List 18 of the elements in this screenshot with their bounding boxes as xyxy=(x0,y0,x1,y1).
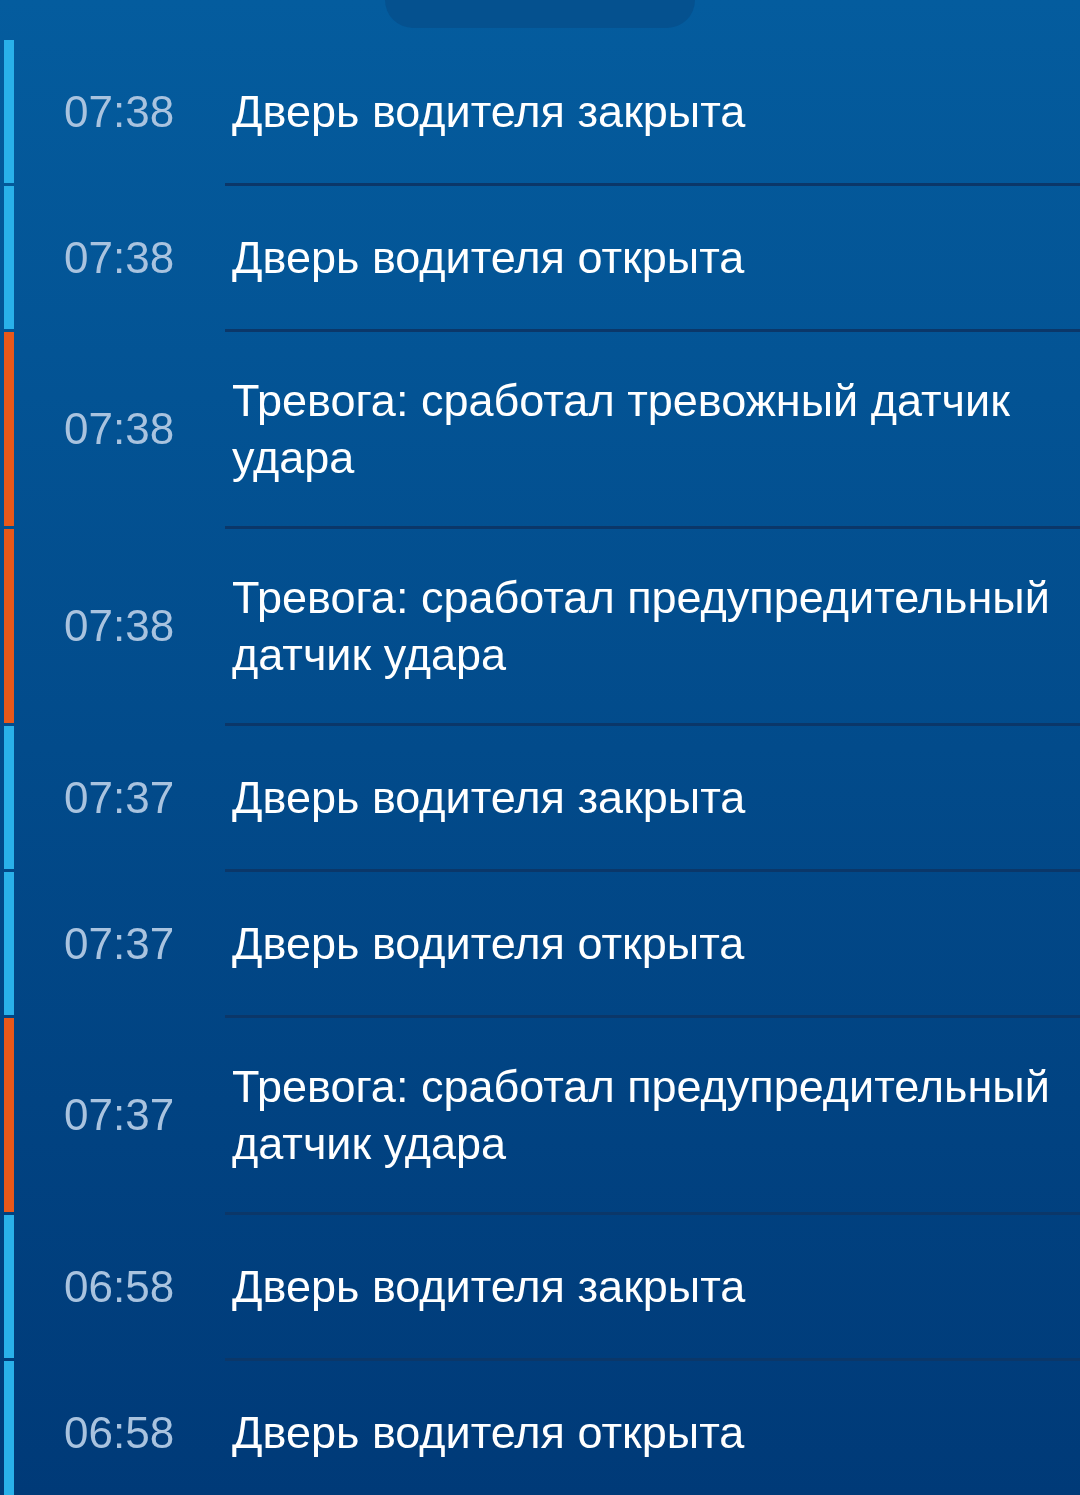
event-time: 07:38 xyxy=(64,601,175,651)
event-time: 07:37 xyxy=(64,772,175,823)
event-time: 06:58 xyxy=(64,1261,175,1312)
event-text: Дверь водителя открыта xyxy=(232,917,745,971)
event-text: Дверь водителя открыта xyxy=(232,231,745,285)
event-text: Тревога: сработал предупредительный датчик удара xyxy=(232,1060,1050,1171)
event-time: 07:38 xyxy=(64,404,175,454)
event-text: Дверь водителя закрыта xyxy=(232,85,746,139)
event-text: Тревога: сработал предупредительный датчик удара xyxy=(232,571,1050,682)
event-time: 06:58 xyxy=(64,1407,175,1458)
event-time: 07:37 xyxy=(64,918,175,969)
event-text: Дверь водителя открыта xyxy=(232,1406,745,1460)
event-text: Тревога: сработал тревожный датчик удара xyxy=(232,374,1011,485)
event-time: 07:38 xyxy=(64,232,175,283)
event-text: Дверь водителя закрыта xyxy=(232,771,746,825)
event-time: 07:38 xyxy=(64,86,175,137)
event-time: 07:37 xyxy=(64,1090,175,1140)
event-text: Дверь водителя закрыта xyxy=(232,1260,746,1314)
